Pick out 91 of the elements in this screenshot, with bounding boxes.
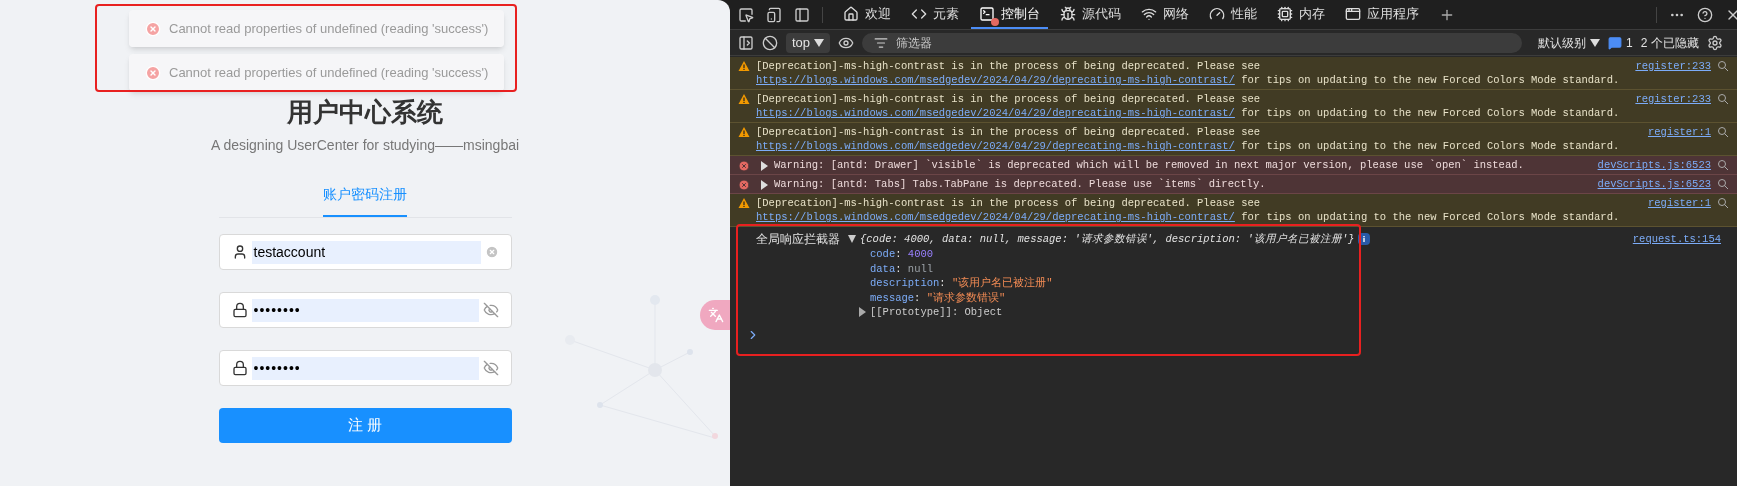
source-link[interactable]: request.ts:154 bbox=[1632, 231, 1721, 247]
message-link[interactable]: https://blogs.windows.com/msedgedev/2024/04/29/deprecating-ms-high-contrast/ bbox=[756, 74, 1235, 86]
filter-field[interactable]: 筛选器 bbox=[862, 32, 1523, 53]
dropdown-icon bbox=[814, 38, 825, 47]
warning-icon bbox=[738, 93, 750, 105]
app-title: 用户中心系统 bbox=[287, 97, 443, 127]
message-link[interactable]: https://blogs.windows.com/msedgedev/2024/04/29/deprecating-ms-high-contrast/ bbox=[756, 211, 1235, 223]
warning-icon bbox=[738, 197, 750, 209]
expand-arrow-icon[interactable] bbox=[858, 307, 866, 318]
log-label: 全局响应拦截器 bbox=[756, 231, 840, 247]
message-icon bbox=[1608, 35, 1623, 50]
device-icon[interactable] bbox=[766, 6, 782, 23]
console-message: Warning: [antd: Drawer] `visible` is deprecated which will be removed in next major version, please use `open` instead. bbox=[774, 158, 1525, 172]
message-link[interactable]: https://blogs.windows.com/msedgedev/2024/04/29/deprecating-ms-high-contrast/ bbox=[756, 107, 1235, 119]
devtools-tab[interactable]: 内存 bbox=[1269, 0, 1333, 29]
bug-icon bbox=[1060, 5, 1076, 22]
object-property: message: "请求参数错误" bbox=[870, 290, 1007, 305]
message-link[interactable]: https://blogs.windows.com/msedgedev/2024/04/29/deprecating-ms-high-contrast/ bbox=[756, 140, 1235, 152]
search-icon[interactable] bbox=[1717, 93, 1729, 105]
password-field[interactable]: •••••••• bbox=[218, 350, 512, 386]
lock-icon bbox=[231, 360, 248, 376]
app-subtitle: A designing UserCenter for studying——msingbai bbox=[210, 136, 520, 155]
console-message: [Deprecation]-ms-high-contrast is in the process of being deprecated. Please see bbox=[756, 125, 1262, 139]
error-badge bbox=[991, 17, 999, 26]
devtools-tab[interactable]: 网络 bbox=[1133, 0, 1197, 29]
sidebar-icon[interactable] bbox=[738, 34, 754, 51]
field-value: testaccount bbox=[251, 240, 481, 264]
devtools-tab[interactable]: 应用程序 bbox=[1337, 0, 1427, 29]
console-message: for tips on updating to the new Forced Colors Mode standard. bbox=[1240, 74, 1620, 86]
password-field[interactable]: •••••••• bbox=[218, 292, 512, 328]
search-icon[interactable] bbox=[1717, 197, 1729, 209]
context-select[interactable]: top bbox=[786, 32, 831, 53]
console-message: for tips on updating to the new Forced Colors Mode standard. bbox=[1240, 107, 1620, 119]
source-link[interactable]: register:233 bbox=[1635, 92, 1711, 106]
username-field[interactable]: testaccount bbox=[218, 234, 512, 270]
prototype-entry: [[Prototype]]: Object bbox=[870, 305, 1003, 320]
console-message: for tips on updating to the new Forced Colors Mode standard. bbox=[1240, 140, 1620, 152]
search-icon[interactable] bbox=[1717, 178, 1729, 190]
terminal-icon bbox=[979, 5, 995, 22]
issues-counter[interactable]: 1 bbox=[1608, 33, 1633, 52]
devtools-tab[interactable]: 性能 bbox=[1201, 0, 1265, 29]
devtools-tab[interactable]: 源代码 bbox=[1052, 0, 1129, 29]
console-message: [Deprecation]-ms-high-contrast is in the process of being deprecated. Please see bbox=[756, 196, 1262, 210]
eye-off-icon[interactable] bbox=[482, 360, 499, 376]
error-icon bbox=[145, 20, 161, 37]
source-link[interactable]: register:1 bbox=[1648, 196, 1711, 210]
inspect-icon[interactable] bbox=[738, 6, 754, 23]
eye-off-icon[interactable] bbox=[482, 302, 499, 318]
devtools-tab[interactable]: 控制台 bbox=[971, 0, 1048, 29]
devtools-tab[interactable]: 元素 bbox=[903, 0, 967, 29]
dropdown-icon bbox=[1590, 38, 1601, 47]
source-link[interactable]: register:1 bbox=[1648, 125, 1711, 139]
translate-icon bbox=[708, 307, 724, 323]
chip-icon bbox=[1277, 5, 1293, 22]
error-icon bbox=[738, 160, 750, 172]
field-value: •••••••• bbox=[251, 356, 479, 380]
toast-message: Cannot read properties of undefined (reading 'success') bbox=[169, 63, 489, 82]
toast-message: Cannot read properties of undefined (reading 'success') bbox=[169, 19, 489, 38]
source-link[interactable]: devScripts.js:6523 bbox=[1597, 158, 1711, 172]
source-link[interactable]: register:233 bbox=[1635, 59, 1711, 73]
source-link[interactable]: devScripts.js:6523 bbox=[1597, 177, 1711, 191]
console-message: [Deprecation]-ms-high-contrast is in the process of being deprecated. Please see bbox=[756, 92, 1262, 106]
help-icon[interactable] bbox=[1697, 6, 1713, 23]
object-property: description: "该用户名已被注册" bbox=[870, 276, 1054, 291]
object-summary: {code: 4000, data: null, message: '请求参数错误', description: '该用户名已被注册'} bbox=[860, 232, 1355, 247]
house-icon bbox=[843, 5, 859, 22]
lock-icon bbox=[231, 302, 248, 318]
level-select[interactable]: 默认级别 bbox=[1538, 33, 1601, 52]
field-value: •••••••• bbox=[251, 298, 479, 322]
error-icon bbox=[145, 64, 161, 81]
console-message: [Deprecation]-ms-high-contrast is in the process of being deprecated. Please see bbox=[756, 59, 1262, 73]
filter-icon bbox=[874, 35, 889, 50]
error-icon bbox=[738, 179, 750, 191]
warning-icon bbox=[738, 60, 750, 72]
object-property: data: null bbox=[870, 261, 935, 276]
object-property: code: 4000 bbox=[870, 247, 935, 262]
panel-icon[interactable] bbox=[794, 6, 810, 23]
expand-arrow-icon[interactable] bbox=[848, 234, 856, 244]
console-message: for tips on updating to the new Forced Colors Mode standard. bbox=[1240, 211, 1620, 223]
filter-input[interactable]: 筛选器 bbox=[896, 33, 1097, 52]
settings-icon[interactable] bbox=[1706, 34, 1723, 51]
devtools-tab[interactable]: 欢迎 bbox=[835, 0, 899, 29]
warning-icon bbox=[738, 126, 750, 138]
clear-console-icon[interactable] bbox=[762, 34, 778, 51]
console-message: Warning: [antd: Tabs] Tabs.TabPane is deprecated. Please use `items` directly. bbox=[774, 177, 1267, 191]
gauge-icon bbox=[1209, 5, 1225, 22]
window-icon bbox=[1345, 5, 1361, 22]
search-icon[interactable] bbox=[1717, 60, 1729, 72]
search-icon[interactable] bbox=[1717, 126, 1729, 138]
search-icon[interactable] bbox=[1717, 159, 1729, 171]
hidden-count: 2 个已隐藏 bbox=[1640, 34, 1699, 52]
